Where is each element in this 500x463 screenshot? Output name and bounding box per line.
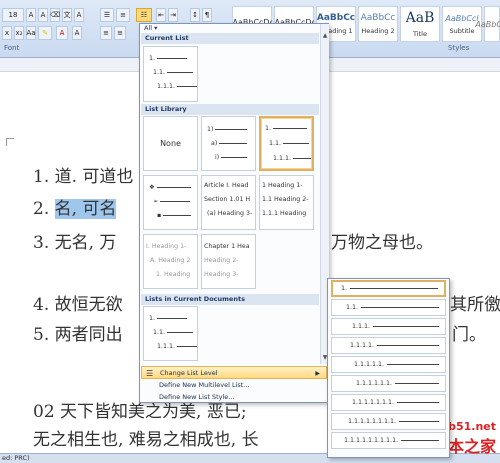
level-8-item[interactable]: 1.1.1.1.1.1.1.1. (331, 413, 446, 430)
define-list-style-item[interactable]: Define New List Style... (141, 391, 327, 404)
center-icon[interactable]: ≡ (114, 26, 126, 40)
current-list-tile[interactable]: 1. 1.1. 1.1.1. (143, 46, 198, 102)
doc-line-7: 无之相生也, 难易之相成也, 长 (33, 430, 259, 450)
level-4-item[interactable]: 1.1.1.1. (331, 337, 446, 354)
doc-line-4: 4. 故恒无欲 (33, 295, 123, 315)
strikethrough-icon[interactable]: x (2, 26, 12, 40)
font-group-label: Font (4, 44, 20, 52)
list-chapter-tile[interactable]: Chapter 1 Hea Heading 2- Heading 3- (201, 234, 256, 289)
font-size-box[interactable]: 18 (2, 8, 24, 22)
style-title[interactable]: AaB Title (400, 6, 440, 42)
level-2-item[interactable]: 1.1. (331, 299, 446, 316)
multilevel-list-icon[interactable]: ☷ (136, 8, 152, 22)
change-list-level-item[interactable]: ☰ Change List Level ▶ (141, 366, 327, 379)
level-6-item[interactable]: 1.1.1.1.1.1. (331, 375, 446, 392)
lists-in-docs-header: Lists in Current Documents (141, 294, 319, 305)
current-list-header: Current List (141, 33, 319, 44)
font-color-icon[interactable]: A (56, 26, 68, 40)
char-border-icon[interactable]: A (74, 8, 84, 22)
all-filter[interactable]: All ▾ (144, 24, 157, 32)
level-3-item[interactable]: 1.1.1. (331, 318, 446, 335)
list-decimal-tile[interactable]: 1. 1.1. 1.1.1. (259, 116, 314, 171)
doc-line-5-tail: 门。 (452, 325, 486, 345)
document-list-tile[interactable]: 1. 1.1. 1.1.1. (143, 306, 198, 361)
doc-line-3: 3. 无名, 万 (33, 233, 117, 253)
sort-icon[interactable]: ↕ (190, 8, 200, 22)
decrease-indent-icon[interactable]: ⇤ (156, 8, 166, 22)
change-case-icon[interactable]: Aa (26, 26, 36, 40)
styles-group-label: Styles (448, 44, 470, 52)
list-library-header: List Library (141, 104, 319, 115)
list-paren-tile[interactable]: 1) a) i) (201, 116, 256, 171)
doc-line-4-tail: 其所徼 (450, 295, 500, 315)
highlight-icon[interactable]: ✎ (38, 26, 52, 40)
align-left-icon[interactable]: ≡ (100, 26, 112, 40)
doc-line-1: 1. 道. 可道也 (33, 167, 134, 187)
level-7-item[interactable]: 1.1.1.1.1.1.1. (331, 394, 446, 411)
show-marks-icon[interactable]: ¶ (202, 8, 212, 22)
list-article-tile[interactable]: Article I. Head Section 1.01 H (a) Headi… (201, 175, 256, 230)
list-level-submenu: 1. 1.1. 1.1.1. 1.1.1.1. 1.1.1.1.1. 1.1.1… (327, 278, 450, 458)
doc-line-2: 2. 名, 可名 (33, 199, 117, 219)
phonetic-icon[interactable]: 文 (62, 8, 72, 22)
multilevel-list-dropdown: All ▾ Current List 1. 1.1. 1.1.1. List L… (139, 23, 329, 403)
subscript-icon[interactable]: x₂ (14, 26, 24, 40)
doc-line-3-tail: 万物之母也。 (331, 233, 433, 253)
level-5-item[interactable]: 1.1.1.1.1. (331, 356, 446, 373)
numbering-icon[interactable]: ≡ (116, 8, 130, 22)
list-heading-numbered-tile[interactable]: 1 Heading 1- 1.1 Heading 2- 1.1.1 Headin… (259, 175, 314, 230)
char-shading-icon[interactable]: A (72, 26, 82, 40)
scroll-up-icon[interactable]: ▲ (321, 32, 329, 41)
bullets-icon[interactable]: ☰ (100, 8, 114, 22)
list-roman-heading-tile[interactable]: I. Heading 1- A. Heading 2 1. Heading (143, 234, 198, 289)
clear-format-icon[interactable]: ⌫ (50, 8, 60, 22)
list-none-tile[interactable]: None (143, 116, 198, 171)
increase-indent-icon[interactable]: ⇥ (168, 8, 178, 22)
level-1-item[interactable]: 1. (331, 280, 446, 297)
selected-text: 名, 可名 (54, 199, 117, 219)
shrink-font-icon[interactable]: A (38, 8, 48, 22)
grow-font-icon[interactable]: A (26, 8, 36, 22)
level-9-item[interactable]: 1.1.1.1.1.1.1.1.1. (331, 432, 446, 449)
doc-line-5: 5. 两者同出 (33, 325, 123, 345)
style-heading-2[interactable]: AaBbCc Heading 2 (358, 6, 398, 42)
margin-corner-mark (6, 138, 14, 146)
list-bullets-tile[interactable]: ❖ ➢ ▪ (143, 175, 198, 230)
style-subtle-emphasis[interactable]: AaBbCcl (475, 6, 500, 42)
